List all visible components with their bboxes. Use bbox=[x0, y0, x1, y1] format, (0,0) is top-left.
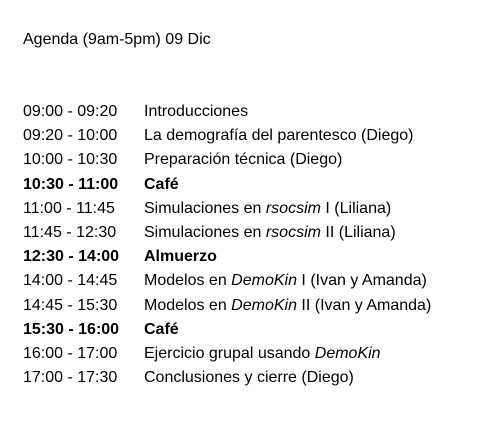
agenda-row-title-text: Modelos en bbox=[144, 296, 232, 314]
agenda-row-time: 14:45 - 15:30 bbox=[23, 296, 118, 314]
agenda-row-title: Simulaciones en rsocsim II (Liliana) bbox=[144, 223, 396, 243]
agenda-row-time: 14:00 - 14:45 bbox=[23, 272, 118, 290]
agenda-row-title: Simulaciones en rsocsim I (Liliana) bbox=[144, 199, 391, 219]
agenda-row-title-text: Café bbox=[144, 175, 179, 193]
agenda-row-time: 09:20 - 10:00 bbox=[23, 127, 118, 145]
agenda-row-title: Modelos en DemoKin I (Ivan y Amanda) bbox=[144, 271, 427, 291]
agenda-row: 14:00 - 14:45 Modelos en DemoKin I (Ivan … bbox=[23, 269, 431, 293]
agenda-row-title: Introducciones bbox=[144, 102, 248, 122]
agenda-row-time: 10:30 - 11:00 bbox=[23, 175, 119, 193]
agenda-row-time: 11:45 - 12:30 bbox=[23, 224, 117, 242]
agenda-row-time: 15:30 - 16:00 bbox=[23, 320, 120, 338]
agenda-row-title-text: Simulaciones en bbox=[144, 224, 266, 242]
agenda-row-title-text: Introducciones bbox=[144, 103, 249, 121]
agenda-row: 11:45 - 12:30 Simulaciones en rsocsim II … bbox=[23, 221, 431, 245]
agenda-row-title-text: II (Ivan y Amanda) bbox=[296, 296, 432, 314]
agenda-row-title-text: Ejercicio grupal usando bbox=[144, 344, 315, 362]
agenda-row-title: Ejercicio grupal usando DemoKin bbox=[144, 344, 381, 364]
agenda-row: 11:00 - 11:45 Simulaciones en rsocsim I (… bbox=[23, 197, 431, 221]
agenda-row: 10:00 - 10:30 Preparación técnica (Diego) bbox=[23, 148, 431, 172]
agenda-row-title-software: rsocsim bbox=[265, 199, 321, 217]
agenda-row-title-software: rsocsim bbox=[265, 224, 321, 242]
agenda-row-title: Almuerzo bbox=[144, 247, 217, 267]
agenda-row: 12:30 - 14:00 Almuerzo bbox=[23, 245, 431, 269]
agenda-row: 15:30 - 16:00 Café bbox=[23, 318, 431, 342]
agenda-list: 09:00 - 09:20 Introducciones 09:20 - 10:00… bbox=[23, 100, 431, 390]
agenda-row-title-software: DemoKin bbox=[231, 296, 297, 314]
agenda-row-title-text: Almuerzo bbox=[144, 248, 217, 266]
agenda-row: 17:00 - 17:30 Conclusiones y cierre (Dieg… bbox=[23, 366, 431, 390]
agenda-page: Agenda (9am-5pm) 09 Dic 09:00 - 09:20 Int… bbox=[0, 0, 493, 425]
agenda-row-time: 16:00 - 17:00 bbox=[23, 344, 118, 362]
agenda-row-title-text: Preparación técnica (Diego) bbox=[144, 151, 343, 169]
agenda-row-title: Conclusiones y cierre (Diego) bbox=[144, 368, 354, 388]
agenda-row: 14:45 - 15:30 Modelos en DemoKin II (Ivan… bbox=[23, 294, 431, 318]
agenda-row-title: Preparación técnica (Diego) bbox=[144, 150, 342, 170]
agenda-row-title-text: Simulaciones en bbox=[144, 199, 266, 217]
agenda-row-title-text: Café bbox=[144, 320, 179, 338]
agenda-row-title-text: La demografía del parentesco (Diego) bbox=[144, 127, 414, 145]
agenda-row-time: 12:30 - 14:00 bbox=[23, 248, 120, 266]
agenda-row-time: 11:00 - 11:45 bbox=[23, 199, 115, 217]
agenda-row: 10:30 - 11:00 Café bbox=[23, 173, 431, 197]
agenda-row-title-text: II (Liliana) bbox=[320, 224, 396, 242]
agenda-row-title: Modelos en DemoKin II (Ivan y Amanda) bbox=[144, 296, 431, 316]
agenda-row: 09:20 - 10:00 La demografía del parentesc… bbox=[23, 124, 431, 148]
agenda-row-title-software: DemoKin bbox=[231, 272, 297, 290]
agenda-row-time: 17:00 - 17:30 bbox=[23, 369, 118, 387]
agenda-row-title: Café bbox=[144, 320, 179, 340]
agenda-row-title-text: I (Ivan y Amanda) bbox=[296, 272, 427, 290]
agenda-row: 09:00 - 09:20 Introducciones bbox=[23, 100, 431, 124]
agenda-row-time: 09:00 - 09:20 bbox=[23, 103, 118, 121]
agenda-row-title: La demografía del parentesco (Diego) bbox=[144, 126, 414, 146]
agenda-row: 16:00 - 17:00 Ejercicio grupal usando Dem… bbox=[23, 342, 431, 366]
agenda-row-title-text: Modelos en bbox=[144, 272, 232, 290]
agenda-heading: Agenda (9am-5pm) 09 Dic bbox=[23, 31, 211, 48]
agenda-row-title: Café bbox=[144, 175, 179, 195]
agenda-row-title-software: DemoKin bbox=[314, 344, 381, 362]
agenda-row-time: 10:00 - 10:30 bbox=[23, 151, 118, 169]
agenda-row-title-text: Conclusiones y cierre (Diego) bbox=[144, 369, 354, 387]
agenda-row-title-text: I (Liliana) bbox=[320, 199, 392, 217]
